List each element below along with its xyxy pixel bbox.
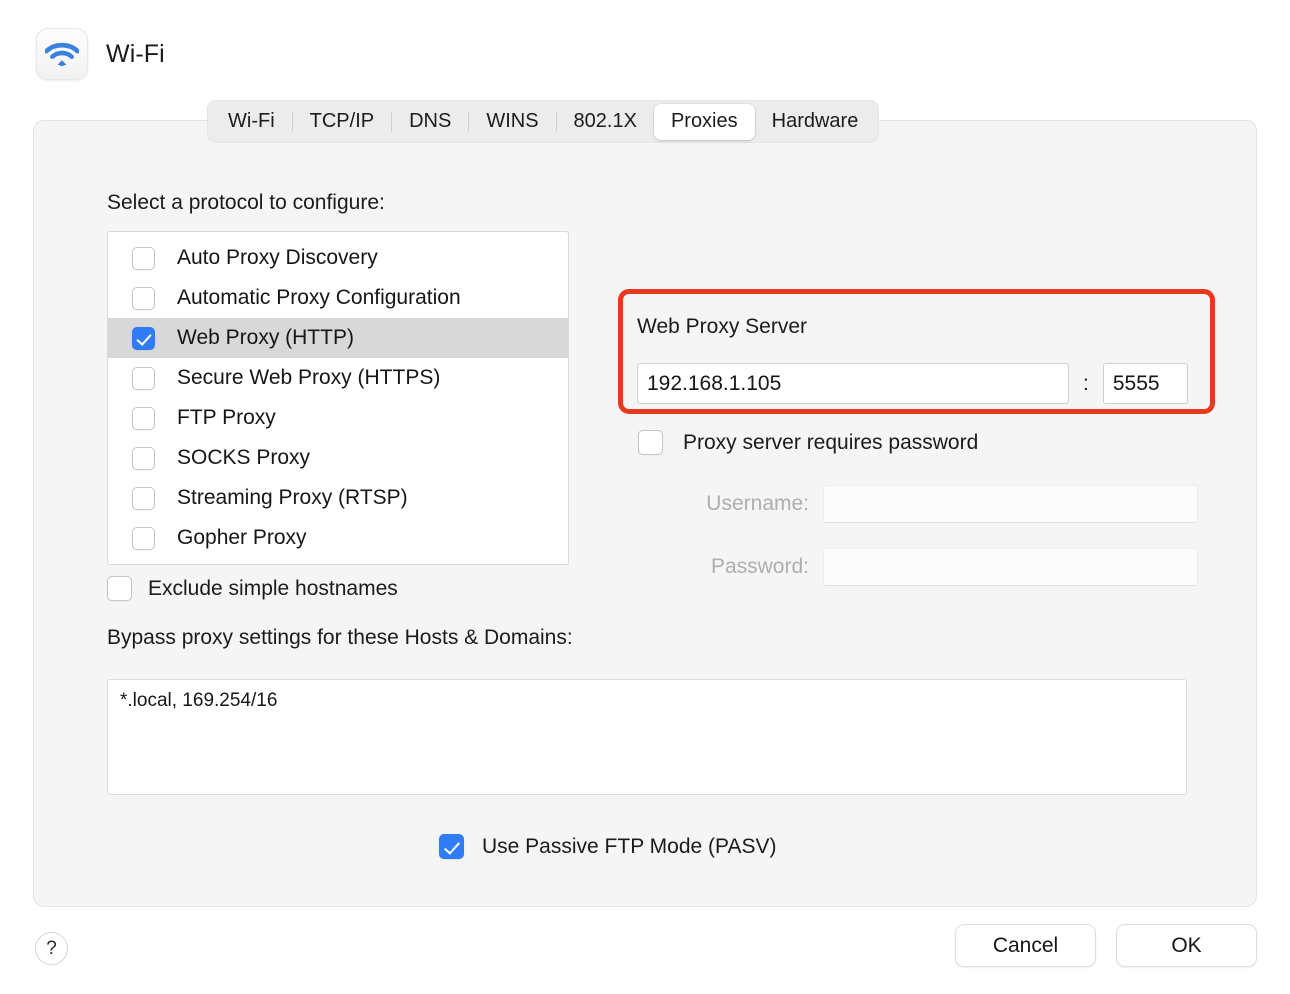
password-input[interactable] bbox=[823, 548, 1198, 586]
list-item-label: SOCKS Proxy bbox=[177, 446, 311, 469]
checkbox-auto-proxy-discovery[interactable] bbox=[132, 246, 155, 270]
list-item-label: FTP Proxy bbox=[177, 406, 276, 429]
proxies-panel: Select a protocol to configure: Auto Pro… bbox=[33, 120, 1257, 907]
ok-button[interactable]: OK bbox=[1116, 924, 1257, 967]
checkbox-ftp-proxy[interactable] bbox=[132, 406, 155, 430]
list-item-label: Streaming Proxy (RTSP) bbox=[177, 486, 408, 509]
wifi-icon bbox=[36, 28, 88, 80]
web-proxy-server-fields: : bbox=[637, 363, 1188, 404]
list-item-label: Auto Proxy Discovery bbox=[177, 246, 378, 269]
list-item[interactable]: FTP Proxy bbox=[108, 398, 568, 438]
web-proxy-server-title: Web Proxy Server bbox=[637, 315, 807, 338]
passive-ftp-row[interactable]: Use Passive FTP Mode (PASV) bbox=[439, 834, 776, 859]
exclude-simple-hostnames-label: Exclude simple hostnames bbox=[148, 576, 398, 600]
help-button[interactable]: ? bbox=[35, 932, 68, 965]
requires-password-label: Proxy server requires password bbox=[683, 430, 979, 454]
proxy-host-input[interactable] bbox=[637, 363, 1069, 404]
list-item-label: Gopher Proxy bbox=[177, 526, 307, 549]
list-item[interactable]: Streaming Proxy (RTSP) bbox=[108, 478, 568, 518]
password-label: Password: bbox=[710, 555, 809, 578]
tab-hardware[interactable]: Hardware bbox=[755, 104, 876, 140]
checkbox-secure-web-proxy-https[interactable] bbox=[132, 366, 155, 390]
dialog-header: Wi-Fi bbox=[36, 28, 165, 80]
passive-ftp-label: Use Passive FTP Mode (PASV) bbox=[482, 834, 777, 858]
protocol-section-label: Select a protocol to configure: bbox=[107, 191, 385, 214]
protocol-section: Select a protocol to configure: Auto Pro… bbox=[107, 191, 572, 565]
list-item-web-proxy-http[interactable]: Web Proxy (HTTP) bbox=[108, 318, 568, 358]
checkbox-socks-proxy[interactable] bbox=[132, 446, 155, 470]
exclude-simple-hostnames-row[interactable]: Exclude simple hostnames bbox=[107, 576, 398, 601]
host-port-separator: : bbox=[1083, 371, 1089, 395]
tab-8021x[interactable]: 802.1X bbox=[557, 104, 654, 140]
cancel-button[interactable]: Cancel bbox=[955, 924, 1096, 967]
username-label: Username: bbox=[706, 492, 809, 515]
list-item[interactable]: Auto Proxy Discovery bbox=[108, 238, 568, 278]
checkbox-use-passive-ftp-mode[interactable] bbox=[439, 834, 464, 859]
list-item-label: Web Proxy (HTTP) bbox=[177, 326, 354, 349]
checkbox-web-proxy-http[interactable] bbox=[132, 326, 155, 350]
protocol-list[interactable]: Auto Proxy Discovery Automatic Proxy Con… bbox=[107, 231, 569, 565]
checkbox-streaming-proxy-rtsp[interactable] bbox=[132, 486, 155, 510]
requires-password-row[interactable]: Proxy server requires password bbox=[638, 430, 978, 455]
tab-wifi[interactable]: Wi-Fi bbox=[211, 104, 292, 140]
proxies-settings-dialog: Wi-Fi Wi-Fi TCP/IP DNS WINS 802.1X Proxi… bbox=[0, 0, 1290, 994]
page-title: Wi-Fi bbox=[106, 39, 165, 68]
checkbox-gopher-proxy[interactable] bbox=[132, 526, 155, 550]
tab-dns[interactable]: DNS bbox=[392, 104, 468, 140]
bypass-textarea[interactable] bbox=[107, 679, 1187, 795]
tab-wins[interactable]: WINS bbox=[469, 104, 555, 140]
tab-tcpip[interactable]: TCP/IP bbox=[293, 104, 391, 140]
list-item-label: Automatic Proxy Configuration bbox=[177, 286, 461, 309]
list-item[interactable]: Gopher Proxy bbox=[108, 518, 568, 558]
username-row: Username: bbox=[638, 485, 1198, 523]
proxy-port-input[interactable] bbox=[1102, 363, 1188, 404]
list-item[interactable]: Automatic Proxy Configuration bbox=[108, 278, 568, 318]
checkbox-exclude-simple-hostnames[interactable] bbox=[107, 576, 132, 601]
list-item[interactable]: Secure Web Proxy (HTTPS) bbox=[108, 358, 568, 398]
list-item[interactable]: SOCKS Proxy bbox=[108, 438, 568, 478]
footer-buttons: Cancel OK bbox=[955, 924, 1257, 967]
tab-bar: Wi-Fi TCP/IP DNS WINS 802.1X Proxies Har… bbox=[207, 100, 880, 143]
checkbox-proxy-requires-password[interactable] bbox=[638, 430, 663, 455]
checkbox-automatic-proxy-configuration[interactable] bbox=[132, 286, 155, 310]
password-row: Password: bbox=[638, 548, 1198, 586]
tab-proxies[interactable]: Proxies bbox=[653, 103, 755, 140]
list-item-label: Secure Web Proxy (HTTPS) bbox=[177, 366, 441, 389]
username-input[interactable] bbox=[823, 485, 1198, 523]
bypass-label: Bypass proxy settings for these Hosts & … bbox=[107, 626, 573, 649]
